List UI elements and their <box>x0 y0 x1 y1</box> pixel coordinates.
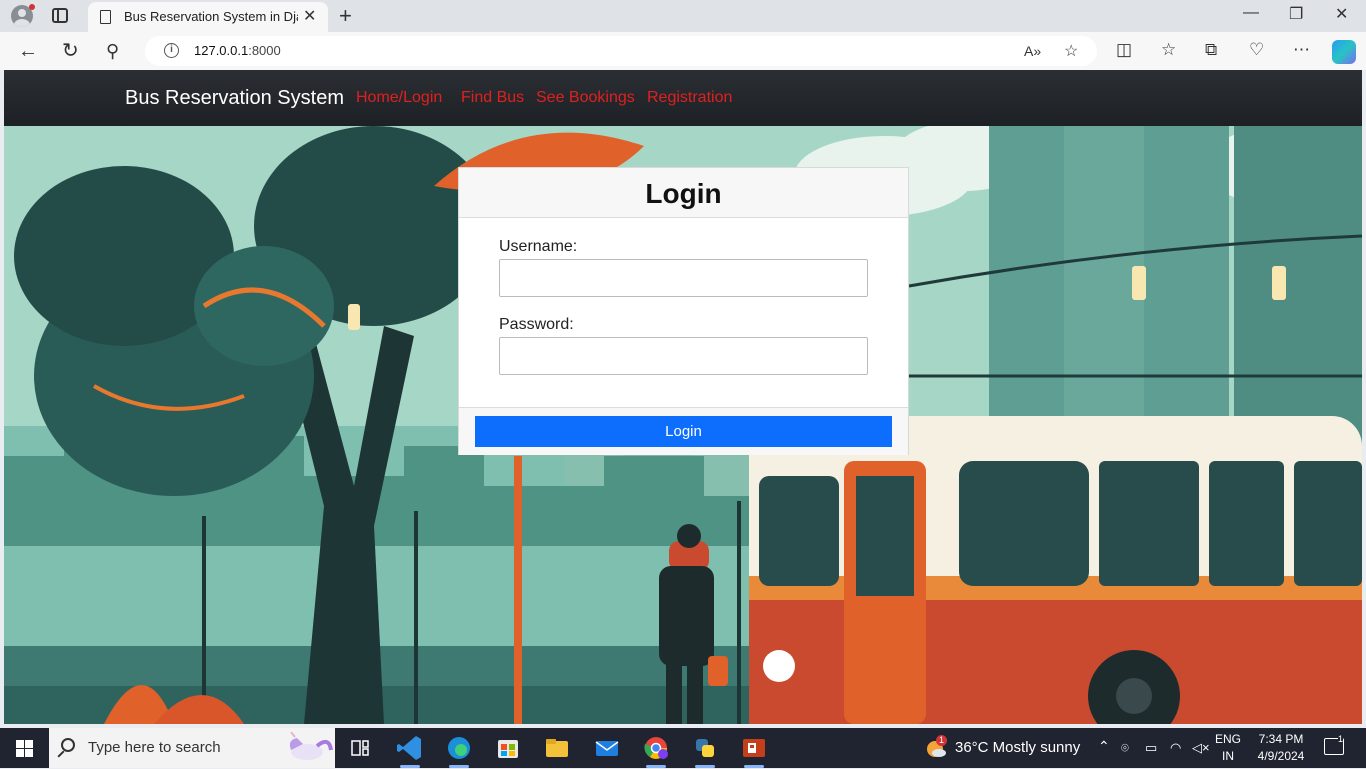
battery-icon[interactable]: ▭ <box>1145 740 1157 756</box>
password-input[interactable] <box>499 337 868 375</box>
page-viewport: Bus Reservation System Home/Login Find B… <box>4 70 1362 724</box>
page-icon <box>100 10 111 24</box>
login-card-header: Login <box>459 168 908 218</box>
address-bar[interactable]: i 127.0.0.1:8000 A» ☆ <box>145 36 1097 66</box>
mail-icon[interactable] <box>587 732 627 764</box>
chrome-icon[interactable] <box>636 732 676 768</box>
language-code: ENG <box>1215 732 1242 746</box>
browser-essentials-icon[interactable]: ♡ <box>1249 40 1264 60</box>
close-window-icon[interactable]: ✕ <box>1335 4 1348 24</box>
username-input[interactable] <box>499 259 868 297</box>
edge-icon[interactable] <box>439 732 479 768</box>
task-view-icon[interactable] <box>340 732 380 764</box>
wifi-icon[interactable]: ◠ <box>1170 740 1181 756</box>
username-label: Username: <box>499 238 578 255</box>
login-title: Login <box>645 178 722 209</box>
tab-actions-icon[interactable] <box>52 8 68 23</box>
site-navbar: Bus Reservation System Home/Login Find B… <box>4 70 1362 126</box>
minimize-icon[interactable]: — <box>1243 4 1259 22</box>
url-port: :8000 <box>248 43 281 58</box>
url-text[interactable]: 127.0.0.1:8000 <box>194 43 281 58</box>
language-indicator[interactable]: ENG IN <box>1215 731 1241 765</box>
search-highlight-unicorn-icon <box>289 732 333 760</box>
windows-taskbar: Type here to search 1 36°C Mostly sunny <box>0 728 1366 768</box>
nav-home-login[interactable]: Home/Login <box>356 89 442 107</box>
more-menu-icon[interactable]: ⋯ <box>1293 40 1310 60</box>
copilot-icon[interactable] <box>1332 40 1356 64</box>
login-button[interactable]: Login <box>475 416 892 447</box>
store-icon[interactable] <box>488 732 528 764</box>
file-explorer-icon[interactable] <box>537 732 577 764</box>
taskbar-search-placeholder: Type here to search <box>88 739 221 756</box>
volume-muted-icon[interactable]: ◁× <box>1192 740 1210 756</box>
python-icon[interactable] <box>685 732 725 768</box>
nav-registration[interactable]: Registration <box>647 89 732 107</box>
taskbar-clock[interactable]: 7:34 PM 4/9/2024 <box>1256 731 1306 765</box>
favorites-icon[interactable]: ☆ <box>1161 40 1176 60</box>
url-host: 127.0.0.1 <box>194 43 249 58</box>
nav-see-bookings[interactable]: See Bookings <box>536 89 635 107</box>
new-tab-icon[interactable]: + <box>339 3 352 29</box>
tab-close-icon[interactable]: ✕ <box>303 6 316 26</box>
site-info-icon[interactable]: i <box>164 43 179 58</box>
nav-find-bus[interactable]: Find Bus <box>461 89 524 107</box>
clock-date: 4/9/2024 <box>1257 749 1305 763</box>
back-icon[interactable]: ← <box>18 39 38 63</box>
search-icon[interactable]: ⚲ <box>106 39 119 63</box>
login-card-footer: Login <box>459 407 908 455</box>
vscode-icon[interactable] <box>390 732 430 768</box>
browser-tab[interactable]: Bus Reservation System in Django ✕ <box>88 2 328 32</box>
windows-start-icon[interactable] <box>16 740 33 757</box>
tab-title: Bus Reservation System in Django <box>124 9 298 24</box>
site-brand[interactable]: Bus Reservation System <box>125 87 344 110</box>
language-region: IN <box>1222 749 1234 763</box>
refresh-icon[interactable]: ↻ <box>62 39 79 63</box>
taskbar-search-box[interactable]: Type here to search <box>49 728 335 768</box>
favorite-star-icon[interactable]: ☆ <box>1064 41 1078 61</box>
search-icon <box>61 738 75 752</box>
meet-now-icon[interactable]: ⌾ <box>1121 740 1129 756</box>
profile-notification-dot <box>29 4 35 10</box>
split-screen-icon[interactable]: ◫ <box>1116 40 1132 60</box>
show-hidden-icons-chevron-icon[interactable]: ⌃ <box>1098 738 1110 755</box>
weather-text[interactable]: 36°C Mostly sunny <box>955 739 1080 756</box>
browser-toolbar: ← ↻ ⚲ i 127.0.0.1:8000 A» ☆ ◫ ☆ ⧉ ♡ ⋯ <box>0 32 1366 70</box>
browser-titlebar: Bus Reservation System in Django ✕ + — ❐… <box>0 0 1366 32</box>
login-card: Login Username: Password: Login <box>458 167 909 455</box>
collections-icon[interactable]: ⧉ <box>1205 40 1217 60</box>
notification-count: 1 <box>1338 734 1344 744</box>
password-label: Password: <box>499 316 574 333</box>
read-aloud-icon[interactable]: A» <box>1024 43 1041 59</box>
clock-time: 7:34 PM <box>1258 732 1304 746</box>
restore-icon[interactable]: ❐ <box>1289 4 1303 24</box>
weather-badge: 1 <box>936 735 947 746</box>
powerpoint-icon[interactable] <box>734 732 774 768</box>
